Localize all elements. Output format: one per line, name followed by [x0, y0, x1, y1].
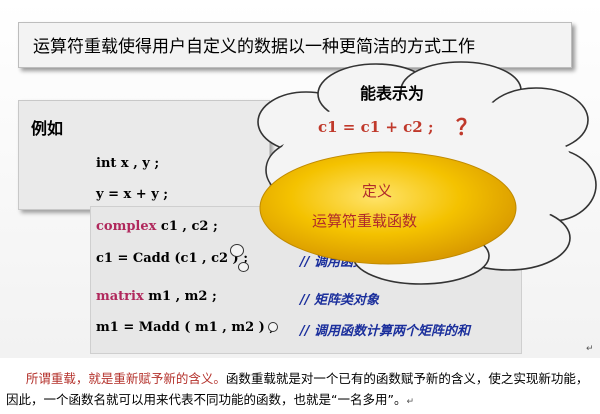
gold-ellipse — [259, 151, 517, 265]
code-text: c1 = Cadd (c1 , c2 ) ; — [96, 251, 249, 266]
ellipse-line-2: 运算符重载函数 — [312, 212, 418, 230]
explanation-paragraph: 所谓重载，就是重新赋予新的含义。函数重载就是对一个已有的函数赋予新的含义，使之实… — [6, 368, 594, 413]
comment-3: // 调用函数计算两个矩阵的和 — [300, 324, 471, 339]
code-line-4: c1 = Cadd (c1 , c2 ) ; — [96, 251, 248, 266]
paragraph-mark: ↵ — [406, 397, 414, 407]
slide: 运算符重载使得用户自定义的数据以一种更简洁的方式工作 例如 int x , y … — [0, 0, 600, 358]
question-mark: ？ — [456, 116, 479, 141]
code-text: y = x + y ; — [96, 187, 169, 202]
code-line-6: m1 = Madd ( m1 , m2 ) ; — [96, 320, 274, 335]
cloud-heading: 能表示为 — [360, 84, 425, 103]
ellipse-line-1: 定义 — [362, 182, 393, 200]
code-line-1: int x , y ; — [96, 156, 159, 171]
slide-title: 运算符重载使得用户自定义的数据以一种更简洁的方式工作 — [33, 37, 475, 57]
cloud-expression: c1 = c1 + c2 ; — [318, 118, 434, 136]
comment-2: // 矩阵类对象 — [300, 293, 380, 308]
example-label: 例如 — [31, 119, 64, 138]
code-line-5: matrix m1 , m2 ; — [96, 289, 217, 304]
code-text: m1 , m2 ; — [143, 289, 217, 304]
slide-line-mark: ↵ — [586, 344, 594, 354]
thought-bubble-small — [230, 244, 244, 257]
code-keyword: matrix — [96, 289, 144, 304]
code-line-2: y = x + y ; — [96, 187, 168, 202]
code-text: c1 , c2 ; — [156, 219, 218, 234]
code-text: int x , y ; — [96, 156, 160, 171]
code-text: m1 = Madd ( m1 , m2 ) ; — [96, 320, 275, 335]
explanation-red-text: 所谓重载，就是重新赋予新的含义。 — [25, 371, 226, 386]
thought-bubble-dot — [268, 322, 278, 332]
code-line-3: complex c1 , c2 ; — [96, 219, 218, 234]
code-keyword: complex — [96, 219, 157, 234]
